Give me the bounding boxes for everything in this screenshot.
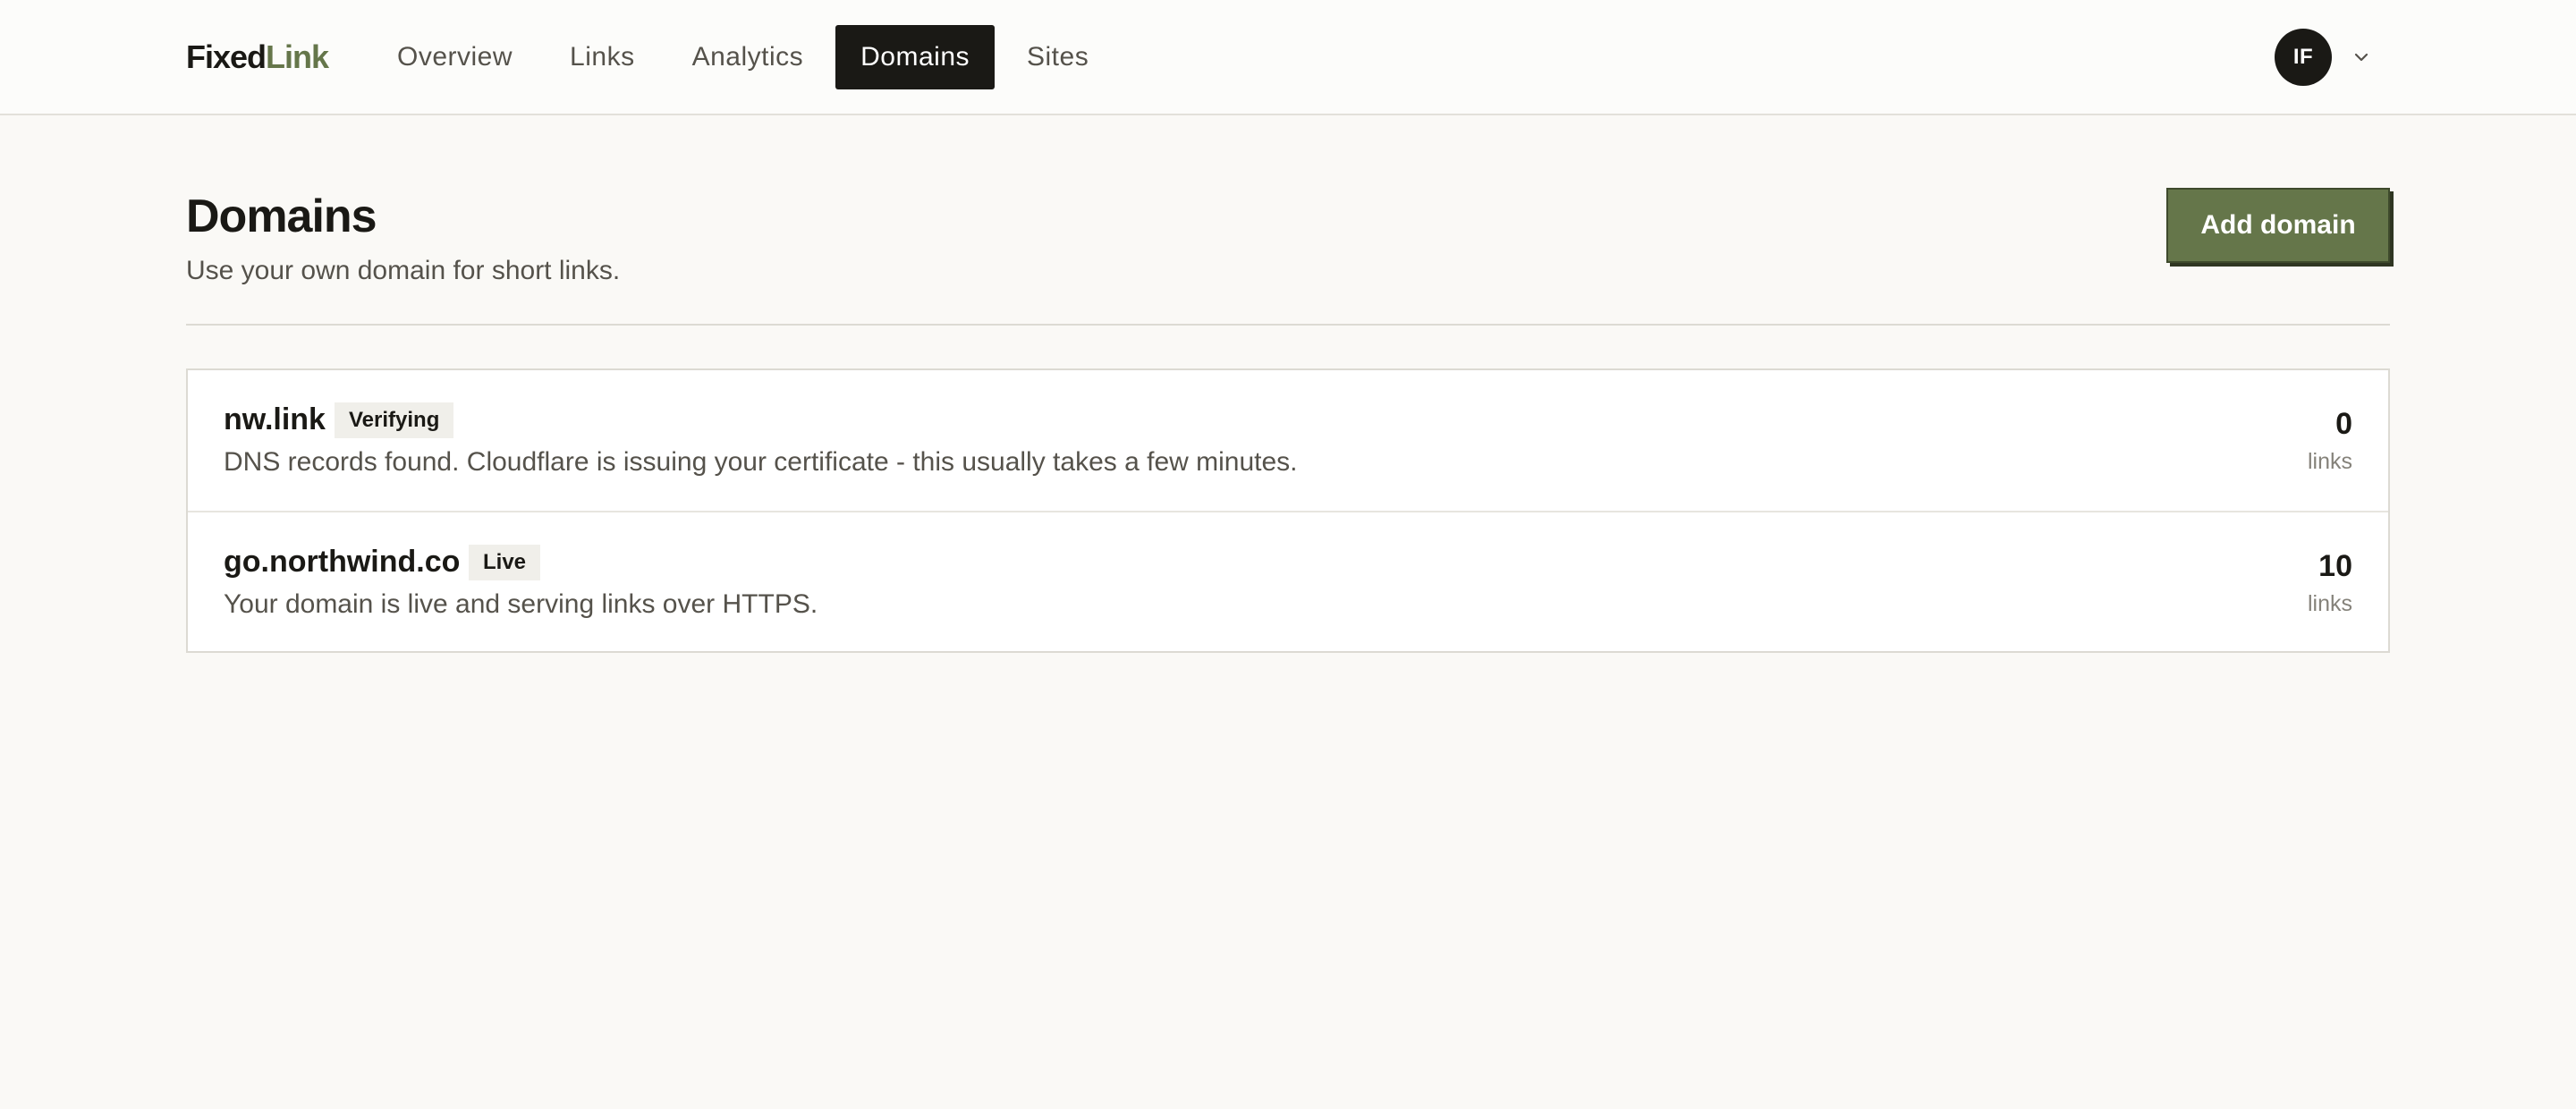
brand-logo-part2: Link — [266, 38, 329, 75]
nav-item-overview[interactable]: Overview — [372, 25, 538, 89]
domain-row[interactable]: nw.link Verifying DNS records found. Clo… — [188, 370, 2388, 511]
nav-item-analytics[interactable]: Analytics — [667, 25, 829, 89]
link-count-label: links — [2307, 449, 2352, 474]
header-divider — [186, 324, 2390, 326]
brand-logo-part1: Fixed — [186, 38, 267, 75]
link-count-label: links — [2307, 591, 2352, 616]
domain-description: DNS records found. Cloudflare is issuing… — [224, 447, 1298, 477]
domain-name: go.northwind.co — [224, 545, 461, 579]
nav-item-domains[interactable]: Domains — [835, 25, 995, 89]
page-title: Domains — [186, 190, 377, 242]
domain-name: nw.link — [224, 402, 326, 436]
status-badge: Verifying — [335, 402, 454, 438]
page-subtitle: Use your own domain for short links. — [186, 256, 621, 285]
nav-item-links[interactable]: Links — [545, 25, 660, 89]
nav-item-sites[interactable]: Sites — [1002, 25, 1114, 89]
add-domain-button[interactable]: Add domain — [2166, 188, 2390, 263]
link-count: 0 — [2335, 407, 2352, 441]
brand-logo[interactable]: FixedLink — [186, 36, 329, 79]
domain-row[interactable]: go.northwind.co Live Your domain is live… — [188, 511, 2388, 651]
status-badge: Live — [469, 545, 541, 580]
domain-list: nw.link Verifying DNS records found. Clo… — [186, 368, 2390, 653]
domain-description: Your domain is live and serving links ov… — [224, 589, 818, 619]
user-avatar[interactable]: IF — [2275, 29, 2332, 86]
link-count: 10 — [2318, 549, 2352, 583]
top-navigation-bar: FixedLink Overview Links Analytics Domai… — [0, 0, 2576, 115]
chevron-down-icon[interactable] — [2351, 47, 2372, 68]
main-nav: Overview Links Analytics Domains Sites — [372, 25, 1121, 89]
